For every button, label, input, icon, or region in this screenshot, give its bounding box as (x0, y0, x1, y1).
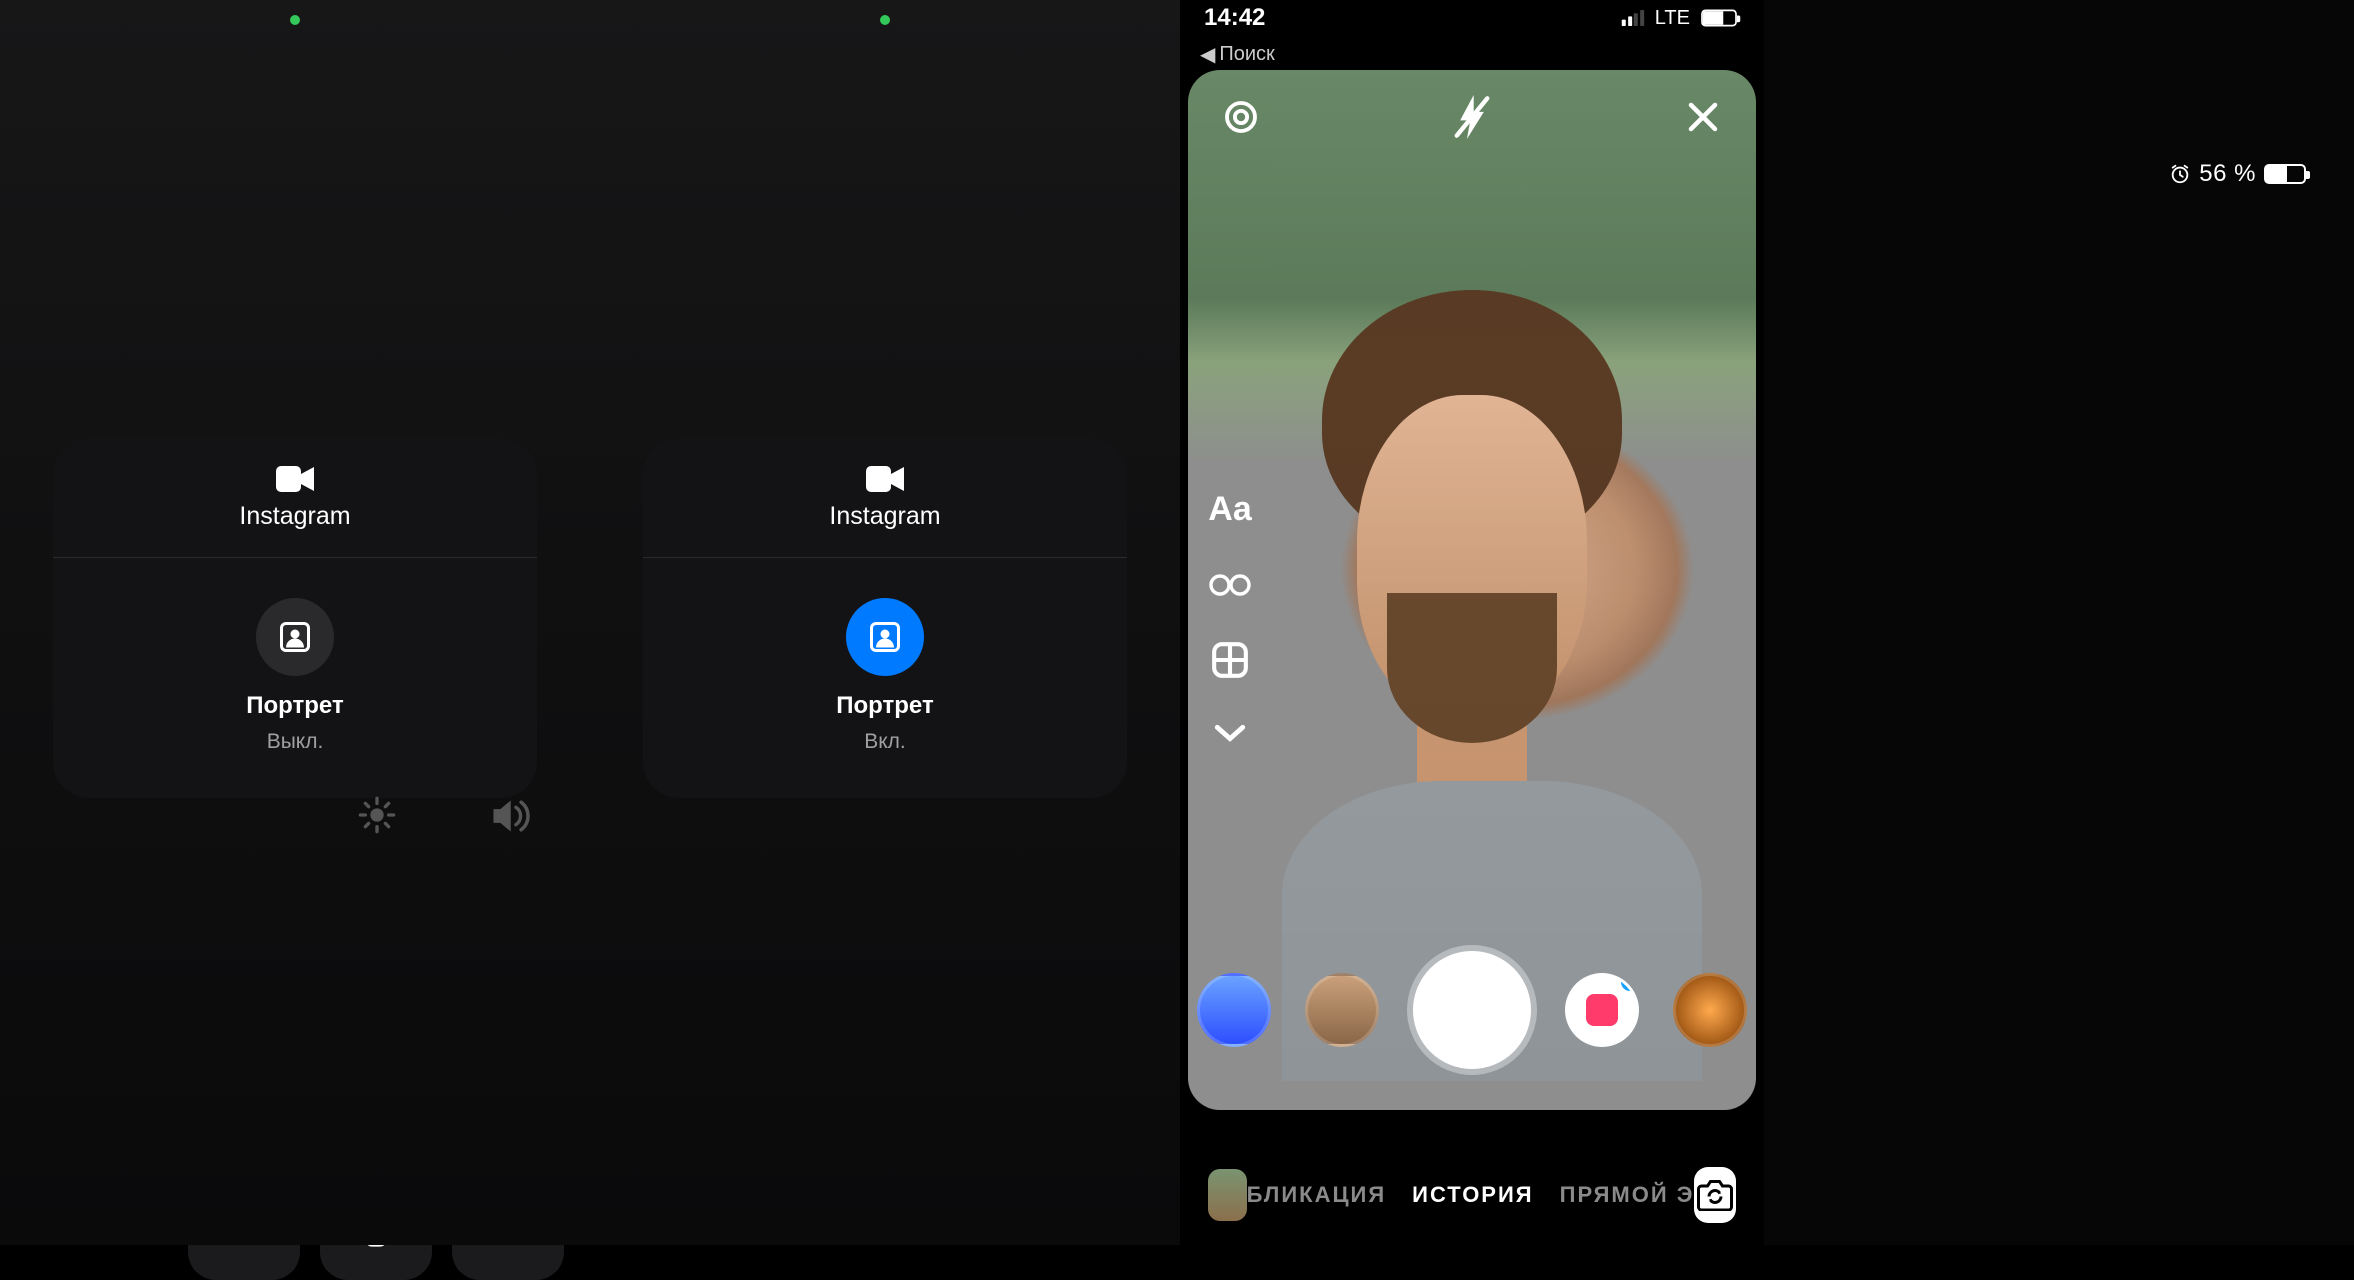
filter-thumb[interactable] (1305, 973, 1379, 1047)
video-icon (276, 466, 314, 492)
boomerang-button[interactable] (1208, 573, 1252, 597)
video-icon (866, 466, 904, 492)
portrait-toggle[interactable] (846, 598, 924, 676)
privacy-dot (880, 15, 890, 25)
close-button[interactable] (1676, 90, 1730, 144)
gallery-button[interactable] (1208, 1169, 1247, 1221)
back-label: Поиск (1219, 43, 1274, 66)
filter-carousel[interactable] (1180, 951, 1764, 1069)
more-tools-button[interactable] (1213, 723, 1247, 743)
flash-off-button[interactable] (1445, 90, 1499, 144)
selfie-preview (1282, 290, 1662, 1050)
sun-icon (357, 795, 397, 835)
video-effects-panel: Instagram Портрет Выкл. (53, 438, 537, 798)
network-label: LTE (1655, 7, 1690, 30)
video-effects-off-screenshot: Instagram Портрет Выкл. (0, 0, 590, 1245)
battery-percent: 56 % (2199, 160, 2256, 188)
battery-icon (2264, 164, 2306, 184)
video-effects-on-screenshot: Instagram Портрет Вкл. (590, 0, 1180, 1245)
status-time: 14:42 (1204, 4, 1265, 32)
portrait-title: Портрет (836, 692, 933, 720)
story-top-controls (1180, 90, 1764, 144)
layout-button[interactable] (1211, 641, 1249, 679)
filter-thumb[interactable] (1673, 973, 1747, 1047)
privacy-dot (290, 15, 300, 25)
shutter-button[interactable] (1413, 951, 1531, 1069)
video-effects-panel: Instagram Портрет Вкл. (643, 438, 1127, 798)
filter-thumb[interactable] (1565, 973, 1639, 1047)
story-bottom-bar: БЛИКАЦИЯ ИСТОРИЯ ПРЯМОЙ Э (1180, 1167, 1764, 1223)
portrait-title: Портрет (246, 692, 343, 720)
portrait-state: Выкл. (267, 730, 324, 754)
chevron-left-icon: ◀ (1200, 42, 1215, 67)
mode-selector[interactable]: БЛИКАЦИЯ ИСТОРИЯ ПРЯМОЙ Э (1247, 1182, 1695, 1208)
settings-button[interactable] (1214, 90, 1268, 144)
mode-post[interactable]: БЛИКАЦИЯ (1247, 1182, 1387, 1208)
battery-icon (1701, 10, 1737, 27)
status-bar: 14:42 LTE (1180, 4, 1764, 32)
cellular-signal-icon (1622, 10, 1644, 26)
story-tools-sidebar: Aa (1208, 490, 1252, 743)
filter-thumb[interactable] (1197, 973, 1271, 1047)
portrait-state: Вкл. (864, 730, 906, 754)
portrait-toggle[interactable] (256, 598, 334, 676)
mode-live[interactable]: ПРЯМОЙ Э (1560, 1182, 1695, 1208)
back-to-search[interactable]: ◀ Поиск (1200, 42, 1275, 67)
panel-app-label: Instagram (829, 502, 940, 531)
instagram-story-screenshot: 14:42 LTE ◀ Поиск Aa (1180, 0, 1764, 1245)
alarm-icon (2169, 163, 2191, 185)
mode-story[interactable]: ИСТОРИЯ (1412, 1182, 1533, 1208)
speaker-icon (488, 797, 530, 835)
text-tool-button[interactable]: Aa (1208, 490, 1251, 529)
camera-switch-button[interactable] (1694, 1167, 1736, 1223)
panel-app-label: Instagram (239, 502, 350, 531)
